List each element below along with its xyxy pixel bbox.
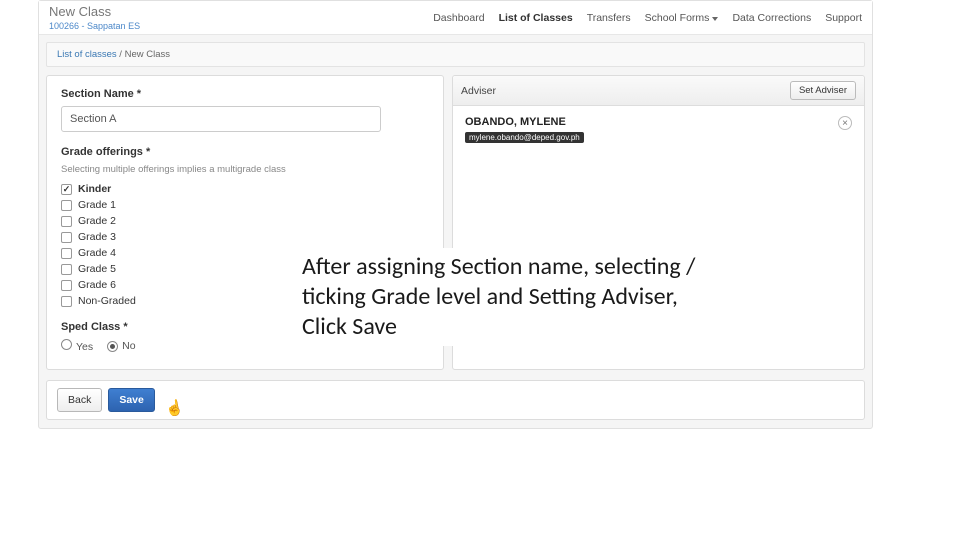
remove-adviser-icon[interactable]: × <box>838 116 852 130</box>
adviser-panel-header: Adviser Set Adviser <box>453 76 864 106</box>
chevron-down-icon <box>712 17 718 21</box>
grade-offerings-label: Grade offerings * <box>61 146 429 158</box>
grade-item: Kinder <box>61 183 429 195</box>
nav-dashboard[interactable]: Dashboard <box>433 12 484 24</box>
instruction-overlay: After assigning Section name, selecting … <box>300 248 720 346</box>
back-button[interactable]: Back <box>57 388 102 412</box>
brand: New Class 100266 - Sappatan ES <box>49 4 140 31</box>
breadcrumb: List of classes / New Class <box>46 42 865 67</box>
page-title: New Class <box>49 4 140 19</box>
school-id-link[interactable]: 100266 - Sappatan ES <box>49 21 140 31</box>
section-name-input[interactable] <box>61 106 381 132</box>
adviser-panel-label: Adviser <box>461 85 790 97</box>
checkbox-icon[interactable] <box>61 232 72 243</box>
breadcrumb-current: New Class <box>125 49 170 60</box>
grade-item: Grade 2 <box>61 215 429 227</box>
nav-transfers[interactable]: Transfers <box>587 12 631 24</box>
breadcrumb-link[interactable]: List of classes <box>57 49 117 60</box>
save-button[interactable]: Save <box>108 388 155 412</box>
checkbox-icon[interactable] <box>61 248 72 259</box>
set-adviser-button[interactable]: Set Adviser <box>790 81 856 100</box>
grade-offerings-hint: Selecting multiple offerings implies a m… <box>61 164 429 175</box>
nav-data-corrections[interactable]: Data Corrections <box>732 12 811 24</box>
adviser-email: mylene.obando@deped.gov.ph <box>465 132 584 143</box>
grade-item: Grade 1 <box>61 199 429 211</box>
footer-bar: Back Save ☝ <box>46 380 865 420</box>
checkbox-icon[interactable] <box>61 216 72 227</box>
checkbox-icon[interactable] <box>61 280 72 291</box>
sped-no-option[interactable]: No <box>107 340 135 352</box>
section-name-label: Section Name * <box>61 88 429 100</box>
main-nav: Dashboard List of Classes Transfers Scho… <box>433 12 862 24</box>
checkbox-icon[interactable] <box>61 264 72 275</box>
checkbox-icon[interactable] <box>61 296 72 307</box>
checkbox-icon[interactable] <box>61 200 72 211</box>
sped-yes-option[interactable]: Yes <box>61 339 93 353</box>
nav-support[interactable]: Support <box>825 12 862 24</box>
grade-item: Grade 3 <box>61 231 429 243</box>
topbar: New Class 100266 - Sappatan ES Dashboard… <box>39 1 872 35</box>
radio-icon[interactable] <box>61 339 72 350</box>
radio-icon[interactable] <box>107 341 118 352</box>
nav-classes[interactable]: List of Classes <box>499 12 573 24</box>
nav-school-forms[interactable]: School Forms <box>645 12 719 24</box>
adviser-name: OBANDO, MYLENE <box>465 116 584 128</box>
cursor-icon: ☝ <box>164 398 186 419</box>
checkbox-icon[interactable] <box>61 184 72 195</box>
